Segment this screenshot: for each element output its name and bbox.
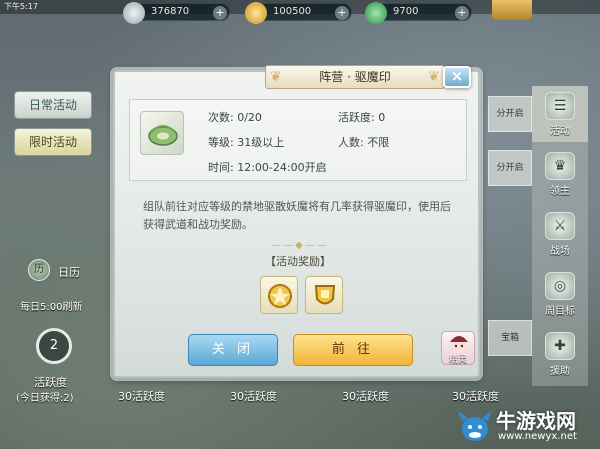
right-ornament-icon: ❦ (428, 69, 440, 85)
aid-icon: ✚ (545, 332, 575, 360)
calendar-label[interactable]: 日历 (58, 264, 80, 280)
close-button[interactable]: 关 闭 (188, 334, 278, 366)
add-gold-button[interactable]: + (335, 6, 349, 20)
dialog-title-text: 阵营 · 驱魔印 (319, 70, 391, 84)
watermark-logo: 牛游戏网 www.newyx.net (456, 405, 600, 449)
add-jade-button[interactable]: + (455, 6, 469, 20)
time-text: 时间: 12:00-24:00开启 (208, 161, 327, 174)
silver-coin-icon (123, 2, 145, 24)
sidebar-item-activity[interactable]: ☰ 活动 (532, 86, 588, 142)
divider-ornament: ——◆—— (271, 240, 329, 251)
level-text: 等级: 31级以上 (208, 136, 285, 149)
bottom-activity-2: 30活跃度 (230, 390, 277, 403)
merit-reward-icon[interactable] (305, 276, 343, 314)
dialog-title: ❦ 阵营 · 驱魔印 ❦ (265, 65, 445, 89)
jade-value: 9700 (393, 6, 419, 17)
tab-daily-activity[interactable]: 日常活动 (14, 91, 92, 119)
box-card: 宝箱 (488, 320, 532, 356)
players-text: 人数: 不限 (338, 136, 390, 149)
watermark-title: 牛游戏网 (496, 409, 576, 433)
sidebar-label: 战场 (550, 246, 570, 257)
open-card-2: 分开启 (488, 150, 532, 186)
right-sidebar: ☰ 活动 ♛ 领主 ⚔ 战场 ◎ 周目标 ✚ 援助 (532, 86, 588, 386)
add-silver-button[interactable]: + (213, 6, 227, 20)
status-time: 下午5:17 (4, 2, 38, 11)
activity-description: 组队前往对应等级的禁地驱散妖魔将有几率获得驱魔印，使用后获得武道和战功奖励。 (143, 200, 451, 231)
tab-limited-activity[interactable]: 限时活动 (14, 128, 92, 156)
bottom-activity-3: 30活跃度 (342, 390, 389, 403)
fairy-label: 精灵 (448, 355, 467, 365)
calendar-icon[interactable]: 历 (28, 259, 50, 281)
daily-refresh-text: 每日5:00刷新 (20, 302, 83, 313)
activity-dialog: ❦ 阵营 · 驱魔印 ❦ 次数: 0/20 活跃度: 0 等级: 31级以上 人… (113, 65, 480, 378)
activity-points-text: 活跃度: 0 (338, 111, 386, 124)
sidebar-item-lord[interactable]: ♛ 领主 (532, 146, 588, 202)
sidebar-label: 活动 (550, 126, 570, 137)
activity-icon: ☰ (545, 92, 575, 120)
reward-title: 【活动奖励】 (265, 255, 331, 268)
lord-icon: ♛ (545, 152, 575, 180)
watermark-url: www.newyx.net (498, 431, 577, 442)
vip-badge[interactable] (492, 0, 532, 20)
activity-label: 活跃度 (34, 376, 67, 389)
sidebar-label: 领主 (550, 186, 570, 197)
jade-icon (365, 2, 387, 24)
gold-coin-icon (245, 2, 267, 24)
gold-currency: 100500 + (245, 2, 352, 24)
martial-reward-icon[interactable] (260, 276, 298, 314)
close-icon[interactable]: × (443, 66, 471, 88)
bottom-activity-1: 30活跃度 (118, 390, 165, 403)
sidebar-item-aid[interactable]: ✚ 援助 (532, 326, 588, 382)
sidebar-item-battlefield[interactable]: ⚔ 战场 (532, 206, 588, 262)
sidebar-label: 援助 (550, 366, 570, 377)
exorcism-seal-icon (140, 111, 184, 155)
today-gain-text: (今日获得:2) (16, 393, 74, 404)
activity-info-box: 次数: 0/20 活跃度: 0 等级: 31级以上 人数: 不限 时间: 12:… (129, 99, 467, 181)
sidebar-item-weekly-goal[interactable]: ◎ 周目标 (532, 266, 588, 322)
left-ornament-icon: ❦ (270, 69, 282, 85)
sidebar-label: 周目标 (545, 306, 575, 317)
silver-currency: 376870 + (123, 2, 230, 24)
gold-value: 100500 (273, 6, 312, 17)
bottom-activity-4: 30活跃度 (452, 390, 499, 403)
count-text: 次数: 0/20 (208, 111, 262, 124)
silver-value: 376870 (151, 6, 190, 17)
go-button[interactable]: 前 往 (293, 334, 413, 366)
bull-logo-icon (458, 411, 492, 441)
jade-currency: 9700 + (365, 2, 472, 24)
weekly-goal-icon: ◎ (545, 272, 575, 300)
activity-ring: 2 (36, 328, 72, 364)
open-card-1: 分开启 (488, 96, 532, 132)
battlefield-icon: ⚔ (545, 212, 575, 240)
